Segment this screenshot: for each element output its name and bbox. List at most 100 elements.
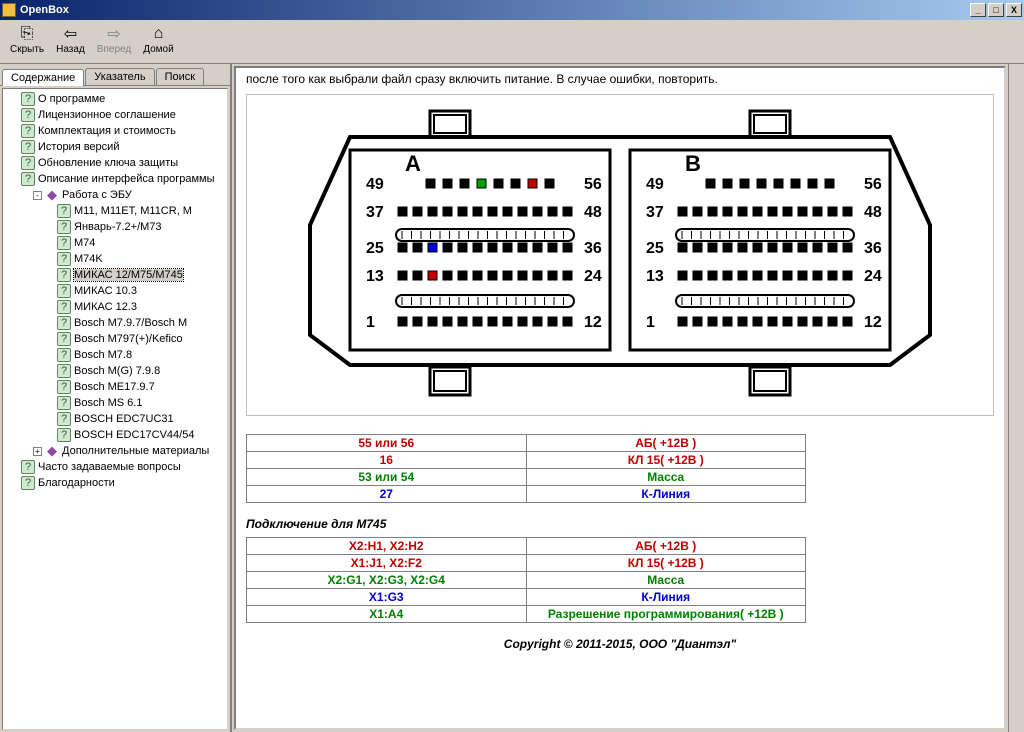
tree-item-label: Январь-7.2+/M73	[74, 221, 162, 233]
tree-item[interactable]: ?О программе	[5, 91, 225, 107]
tree-item[interactable]: -◆Работа с ЭБУ	[5, 187, 225, 203]
tree-item[interactable]: ?Описание интерфейса программы	[5, 171, 225, 187]
tree-item-label: BOSCH EDC17CV44/54	[74, 429, 194, 441]
hide-button[interactable]: ⎘ Скрыть	[4, 22, 50, 61]
tree-item[interactable]: ?Bosch M7.9.7/Bosch M	[5, 315, 225, 331]
tree-item-label: МИКАС 12.3	[74, 301, 137, 313]
tree-item-label: BOSCH EDC7UC31	[74, 413, 174, 425]
svg-text:24: 24	[584, 268, 602, 285]
svg-text:13: 13	[366, 268, 384, 285]
svg-text:37: 37	[646, 204, 664, 221]
home-button[interactable]: ⌂ Домой	[137, 22, 179, 61]
tree-item[interactable]: +◆Дополнительные материалы	[5, 443, 225, 459]
signal-cell: Масса	[526, 469, 806, 486]
connector-diagram: A B 4956374825361324112 4956374825361324…	[246, 94, 994, 416]
tree-item-label: Лицензионное соглашение	[38, 109, 176, 121]
svg-text:37: 37	[366, 204, 384, 221]
tab-index[interactable]: Указатель	[85, 68, 154, 85]
tree-item[interactable]: ?История версий	[5, 139, 225, 155]
tree-item-label: Работа с ЭБУ	[62, 189, 132, 201]
help-icon: ?	[21, 156, 35, 170]
sidebar-tabs: Содержание Указатель Поиск	[0, 64, 230, 86]
tree-item[interactable]: ?Bosch M7.8	[5, 347, 225, 363]
tree-item[interactable]: ?Bosch MS 6.1	[5, 395, 225, 411]
help-icon: ?	[21, 92, 35, 106]
forward-button[interactable]: ⇨ Вперед	[91, 22, 137, 61]
signal-cell: АБ( +12В )	[526, 435, 806, 452]
svg-text:49: 49	[366, 176, 384, 193]
tree-item-label: Часто задаваемые вопросы	[38, 461, 181, 473]
close-button[interactable]: X	[1006, 3, 1022, 17]
svg-text:25: 25	[646, 240, 664, 257]
tree-item[interactable]: ?МИКАС 12.3	[5, 299, 225, 315]
tree-item[interactable]: ?M74	[5, 235, 225, 251]
tree-item[interactable]: ?Благодарности	[5, 475, 225, 491]
tree-item-label: Bosch M797(+)/Kefico	[74, 333, 183, 345]
pinout-table-2: X2:H1, X2:H2АБ( +12В )X1:J1, X2:F2КЛ 15(…	[246, 537, 806, 623]
signal-cell: Масса	[526, 572, 806, 589]
pin-cell: X1:A4	[247, 606, 527, 623]
pin-cell: X1:J1, X2:F2	[247, 555, 527, 572]
tree-item-label: Благодарности	[38, 477, 115, 489]
svg-text:13: 13	[646, 268, 664, 285]
pin-cell: 53 или 54	[247, 469, 527, 486]
expand-icon[interactable]: -	[33, 191, 42, 200]
svg-text:12: 12	[584, 314, 602, 331]
svg-text:12: 12	[864, 314, 882, 331]
tree-item[interactable]: ?M11, M11ET, M11CR, M	[5, 203, 225, 219]
tree-item[interactable]: ?Комплектация и стоимость	[5, 123, 225, 139]
tree-item-label: M74K	[74, 253, 103, 265]
tree-item[interactable]: ?Bosch ME17.9.7	[5, 379, 225, 395]
svg-text:B: B	[685, 151, 701, 176]
tree-item[interactable]: ?МИКАС 12/M75/M745	[5, 267, 225, 283]
help-icon: ?	[57, 220, 71, 234]
svg-text:48: 48	[864, 204, 882, 221]
toolbar: ⎘ Скрыть ⇦ Назад ⇨ Вперед ⌂ Домой	[0, 20, 1024, 64]
expand-icon[interactable]: +	[33, 447, 42, 456]
help-icon: ?	[21, 172, 35, 186]
tree-item[interactable]: ?M74K	[5, 251, 225, 267]
svg-text:25: 25	[366, 240, 384, 257]
window-title: OpenBox	[20, 4, 69, 16]
tree-item[interactable]: ?Часто задаваемые вопросы	[5, 459, 225, 475]
tree-item-label: Комплектация и стоимость	[38, 125, 176, 137]
pinout-table-1: 55 или 56АБ( +12В )16КЛ 15( +12В )53 или…	[246, 434, 806, 503]
back-button[interactable]: ⇦ Назад	[50, 22, 91, 61]
signal-cell: КЛ 15( +12В )	[526, 555, 806, 572]
help-icon: ?	[21, 140, 35, 154]
app-icon	[2, 3, 16, 17]
tree-item-label: История версий	[38, 141, 119, 153]
tree-view[interactable]: ?О программе?Лицензионное соглашение?Ком…	[2, 88, 228, 730]
signal-cell: К-Линия	[526, 589, 806, 606]
tab-contents[interactable]: Содержание	[2, 69, 84, 86]
maximize-button[interactable]: □	[988, 3, 1004, 17]
tree-item[interactable]: ?Январь-7.2+/M73	[5, 219, 225, 235]
help-icon: ?	[57, 300, 71, 314]
title-bar: OpenBox _ □ X	[0, 0, 1024, 20]
tree-item-label: Bosch ME17.9.7	[74, 381, 155, 393]
tree-item[interactable]: ?BOSCH EDC17CV44/54	[5, 427, 225, 443]
tree-item[interactable]: ?Bosch M(G) 7.9.8	[5, 363, 225, 379]
tree-item[interactable]: ?Bosch M797(+)/Kefico	[5, 331, 225, 347]
minimize-button[interactable]: _	[970, 3, 986, 17]
tree-item[interactable]: ?МИКАС 10.3	[5, 283, 225, 299]
svg-text:A: A	[405, 151, 421, 176]
vertical-scrollbar[interactable]	[1008, 64, 1024, 732]
help-icon: ?	[57, 428, 71, 442]
help-icon: ?	[21, 476, 35, 490]
back-icon: ⇦	[59, 24, 81, 44]
tree-item-label: M11, M11ET, M11CR, M	[74, 205, 192, 217]
tree-item[interactable]: ?Лицензионное соглашение	[5, 107, 225, 123]
book-icon: ◆	[45, 444, 59, 458]
help-icon: ?	[57, 396, 71, 410]
help-icon: ?	[57, 268, 71, 282]
content-pane[interactable]: после того как выбрали файл сразу включи…	[234, 66, 1006, 730]
svg-text:1: 1	[646, 314, 655, 331]
tree-item[interactable]: ?BOSCH EDC7UC31	[5, 411, 225, 427]
book-icon: ◆	[45, 188, 59, 202]
tree-item-label: Bosch MS 6.1	[74, 397, 142, 409]
help-icon: ?	[57, 364, 71, 378]
tree-item-label: О программе	[38, 93, 105, 105]
tab-search[interactable]: Поиск	[156, 68, 204, 85]
tree-item[interactable]: ?Обновление ключа защиты	[5, 155, 225, 171]
